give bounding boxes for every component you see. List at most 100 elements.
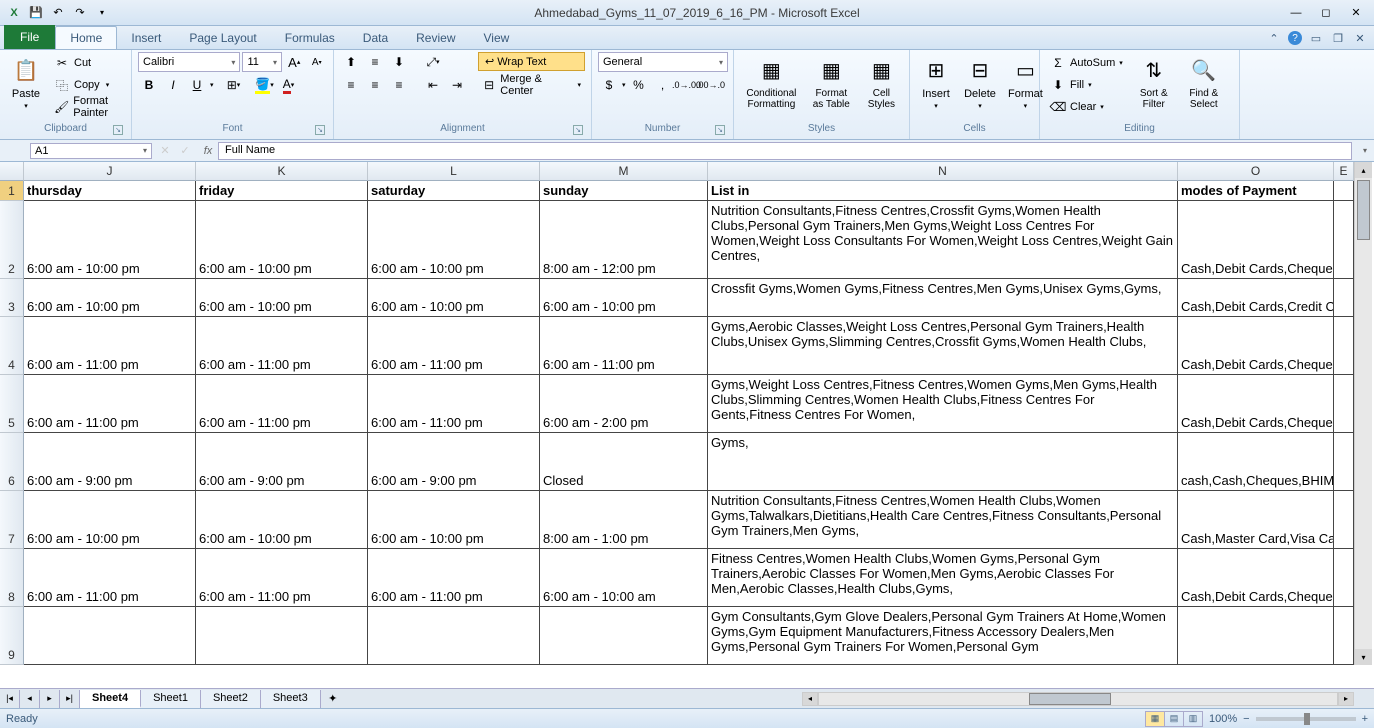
align-right-button[interactable]: ≡	[388, 75, 410, 95]
minimize-button[interactable]: —	[1282, 4, 1310, 22]
cell-4-P[interactable]	[1334, 317, 1354, 375]
cell-5-O[interactable]: Cash,Debit Cards,Cheque	[1178, 375, 1334, 433]
cell-7-K[interactable]: 6:00 am - 10:00 pm	[196, 491, 368, 549]
col-header-J[interactable]: J	[24, 162, 196, 181]
cell-7-N[interactable]: Nutrition Consultants,Fitness Centres,Wo…	[708, 491, 1178, 549]
fill-color-button[interactable]: 🪣▾	[254, 75, 276, 95]
cell-8-P[interactable]	[1334, 549, 1354, 607]
restore-window-button[interactable]: ❐	[1330, 30, 1346, 46]
save-button[interactable]: 💾	[26, 3, 46, 23]
cell-4-K[interactable]: 6:00 am - 11:00 pm	[196, 317, 368, 375]
enter-formula-button[interactable]: ✓	[176, 142, 194, 160]
normal-view-button[interactable]: ▦	[1145, 711, 1165, 727]
font-color-button[interactable]: A▾	[278, 75, 300, 95]
increase-indent-button[interactable]: ⇥	[446, 75, 468, 95]
copy-button[interactable]: ⿻Copy▾	[50, 74, 125, 96]
align-bottom-button[interactable]: ⬇	[388, 52, 410, 72]
fill-button[interactable]: ⬇Fill▾	[1046, 74, 1127, 96]
cell-8-K[interactable]: 6:00 am - 11:00 pm	[196, 549, 368, 607]
decrease-indent-button[interactable]: ⇤	[422, 75, 444, 95]
sheet-nav-prev[interactable]: ◂	[20, 690, 40, 708]
borders-button[interactable]: ⊞▾	[223, 75, 245, 95]
sheet-nav-first[interactable]: |◂	[0, 690, 20, 708]
row-header-5[interactable]: 5	[0, 375, 24, 433]
row-header-7[interactable]: 7	[0, 491, 24, 549]
minimize-ribbon-button[interactable]: ⌃	[1266, 30, 1282, 46]
vscroll[interactable]: ▴▾	[1354, 162, 1372, 665]
increase-decimal-button[interactable]: .0→.00	[676, 75, 698, 95]
cell-7-J[interactable]: 6:00 am - 10:00 pm	[24, 491, 196, 549]
cell-8-N[interactable]: Fitness Centres,Women Health Clubs,Women…	[708, 549, 1178, 607]
cell-3-N[interactable]: Crossfit Gyms,Women Gyms,Fitness Centres…	[708, 279, 1178, 317]
cell-4-M[interactable]: 6:00 am - 11:00 pm	[540, 317, 708, 375]
sheet-nav-next[interactable]: ▸	[40, 690, 60, 708]
alignment-dialog-launcher[interactable]: ↘	[573, 125, 583, 135]
vscroll-up[interactable]: ▴	[1355, 162, 1372, 178]
zoom-slider-knob[interactable]	[1304, 713, 1310, 725]
cell-2-O[interactable]: Cash,Debit Cards,Cheque	[1178, 201, 1334, 279]
sheet-nav-last[interactable]: ▸|	[60, 690, 80, 708]
fx-icon[interactable]: fx	[198, 145, 218, 157]
new-sheet-button[interactable]: ✦	[321, 692, 345, 705]
number-format-dropdown[interactable]: General▾	[598, 52, 728, 72]
vscroll-thumb[interactable]	[1357, 180, 1370, 240]
undo-button[interactable]: ↶	[48, 3, 68, 23]
sheet-tab-sheet2[interactable]: Sheet2	[201, 690, 261, 708]
paste-button[interactable]: 📋 Paste ▾	[6, 52, 46, 123]
sheet-tab-sheet4[interactable]: Sheet4	[80, 690, 141, 708]
insert-cells-button[interactable]: ⊞Insert▾	[916, 52, 956, 123]
cell-3-P[interactable]	[1334, 279, 1354, 317]
page-layout-view-button[interactable]: ▤	[1164, 711, 1184, 727]
font-dialog-launcher[interactable]: ↘	[315, 125, 325, 135]
cell-9-K[interactable]	[196, 607, 368, 665]
cell-2-M[interactable]: 8:00 am - 12:00 pm	[540, 201, 708, 279]
tab-home[interactable]: Home	[55, 26, 117, 49]
expand-formula-bar[interactable]: ▾	[1356, 146, 1374, 155]
cell-2-K[interactable]: 6:00 am - 10:00 pm	[196, 201, 368, 279]
cell-1-L[interactable]: saturday	[368, 181, 540, 201]
align-center-button[interactable]: ≡	[364, 75, 386, 95]
col-header-O[interactable]: O	[1178, 162, 1334, 181]
cell-6-O[interactable]: cash,Cash,Cheques,BHIM,U	[1178, 433, 1334, 491]
cell-styles-button[interactable]: ▦Cell Styles	[860, 52, 903, 123]
row-header-8[interactable]: 8	[0, 549, 24, 607]
sheet-tab-sheet1[interactable]: Sheet1	[141, 690, 201, 708]
number-dialog-launcher[interactable]: ↘	[715, 125, 725, 135]
format-painter-button[interactable]: 🖌Format Painter	[50, 96, 125, 118]
cell-4-O[interactable]: Cash,Debit Cards,Cheque	[1178, 317, 1334, 375]
tab-data[interactable]: Data	[349, 27, 402, 49]
cell-1-M[interactable]: sunday	[540, 181, 708, 201]
hscroll-track[interactable]	[818, 692, 1338, 706]
row-header-6[interactable]: 6	[0, 433, 24, 491]
zoom-in-button[interactable]: +	[1362, 713, 1368, 725]
cell-1-O[interactable]: modes of Payment	[1178, 181, 1334, 201]
cell-8-J[interactable]: 6:00 am - 11:00 pm	[24, 549, 196, 607]
conditional-formatting-button[interactable]: ▦Conditional Formatting	[740, 52, 803, 123]
cell-7-O[interactable]: Cash,Master Card,Visa Ca	[1178, 491, 1334, 549]
cell-2-P[interactable]	[1334, 201, 1354, 279]
cell-7-M[interactable]: 8:00 am - 1:00 pm	[540, 491, 708, 549]
orientation-button[interactable]: ⤢▾	[422, 52, 444, 72]
cell-3-K[interactable]: 6:00 am - 10:00 pm	[196, 279, 368, 317]
name-box-dropdown[interactable]: ▾	[143, 146, 147, 155]
font-name-dropdown[interactable]: Calibri▾	[138, 52, 240, 72]
cell-6-L[interactable]: 6:00 am - 9:00 pm	[368, 433, 540, 491]
formula-bar[interactable]: Full Name	[218, 142, 1352, 160]
zoom-out-button[interactable]: −	[1243, 713, 1249, 725]
cell-3-M[interactable]: 6:00 am - 10:00 pm	[540, 279, 708, 317]
underline-button[interactable]: U	[186, 75, 208, 95]
cell-4-J[interactable]: 6:00 am - 11:00 pm	[24, 317, 196, 375]
cell-8-O[interactable]: Cash,Debit Cards,Cheque	[1178, 549, 1334, 607]
cell-6-P[interactable]	[1334, 433, 1354, 491]
close-button[interactable]: ✕	[1342, 4, 1370, 22]
tab-review[interactable]: Review	[402, 27, 469, 49]
grow-font-button[interactable]: A▴	[284, 52, 304, 72]
cancel-formula-button[interactable]: ✕	[156, 142, 174, 160]
cell-3-L[interactable]: 6:00 am - 10:00 pm	[368, 279, 540, 317]
cell-7-P[interactable]	[1334, 491, 1354, 549]
clear-button[interactable]: ⌫Clear▾	[1046, 96, 1127, 118]
select-all-button[interactable]	[0, 162, 24, 181]
accounting-format-button[interactable]: $	[598, 75, 620, 95]
cut-button[interactable]: ✂Cut	[50, 52, 125, 74]
cell-8-L[interactable]: 6:00 am - 11:00 pm	[368, 549, 540, 607]
